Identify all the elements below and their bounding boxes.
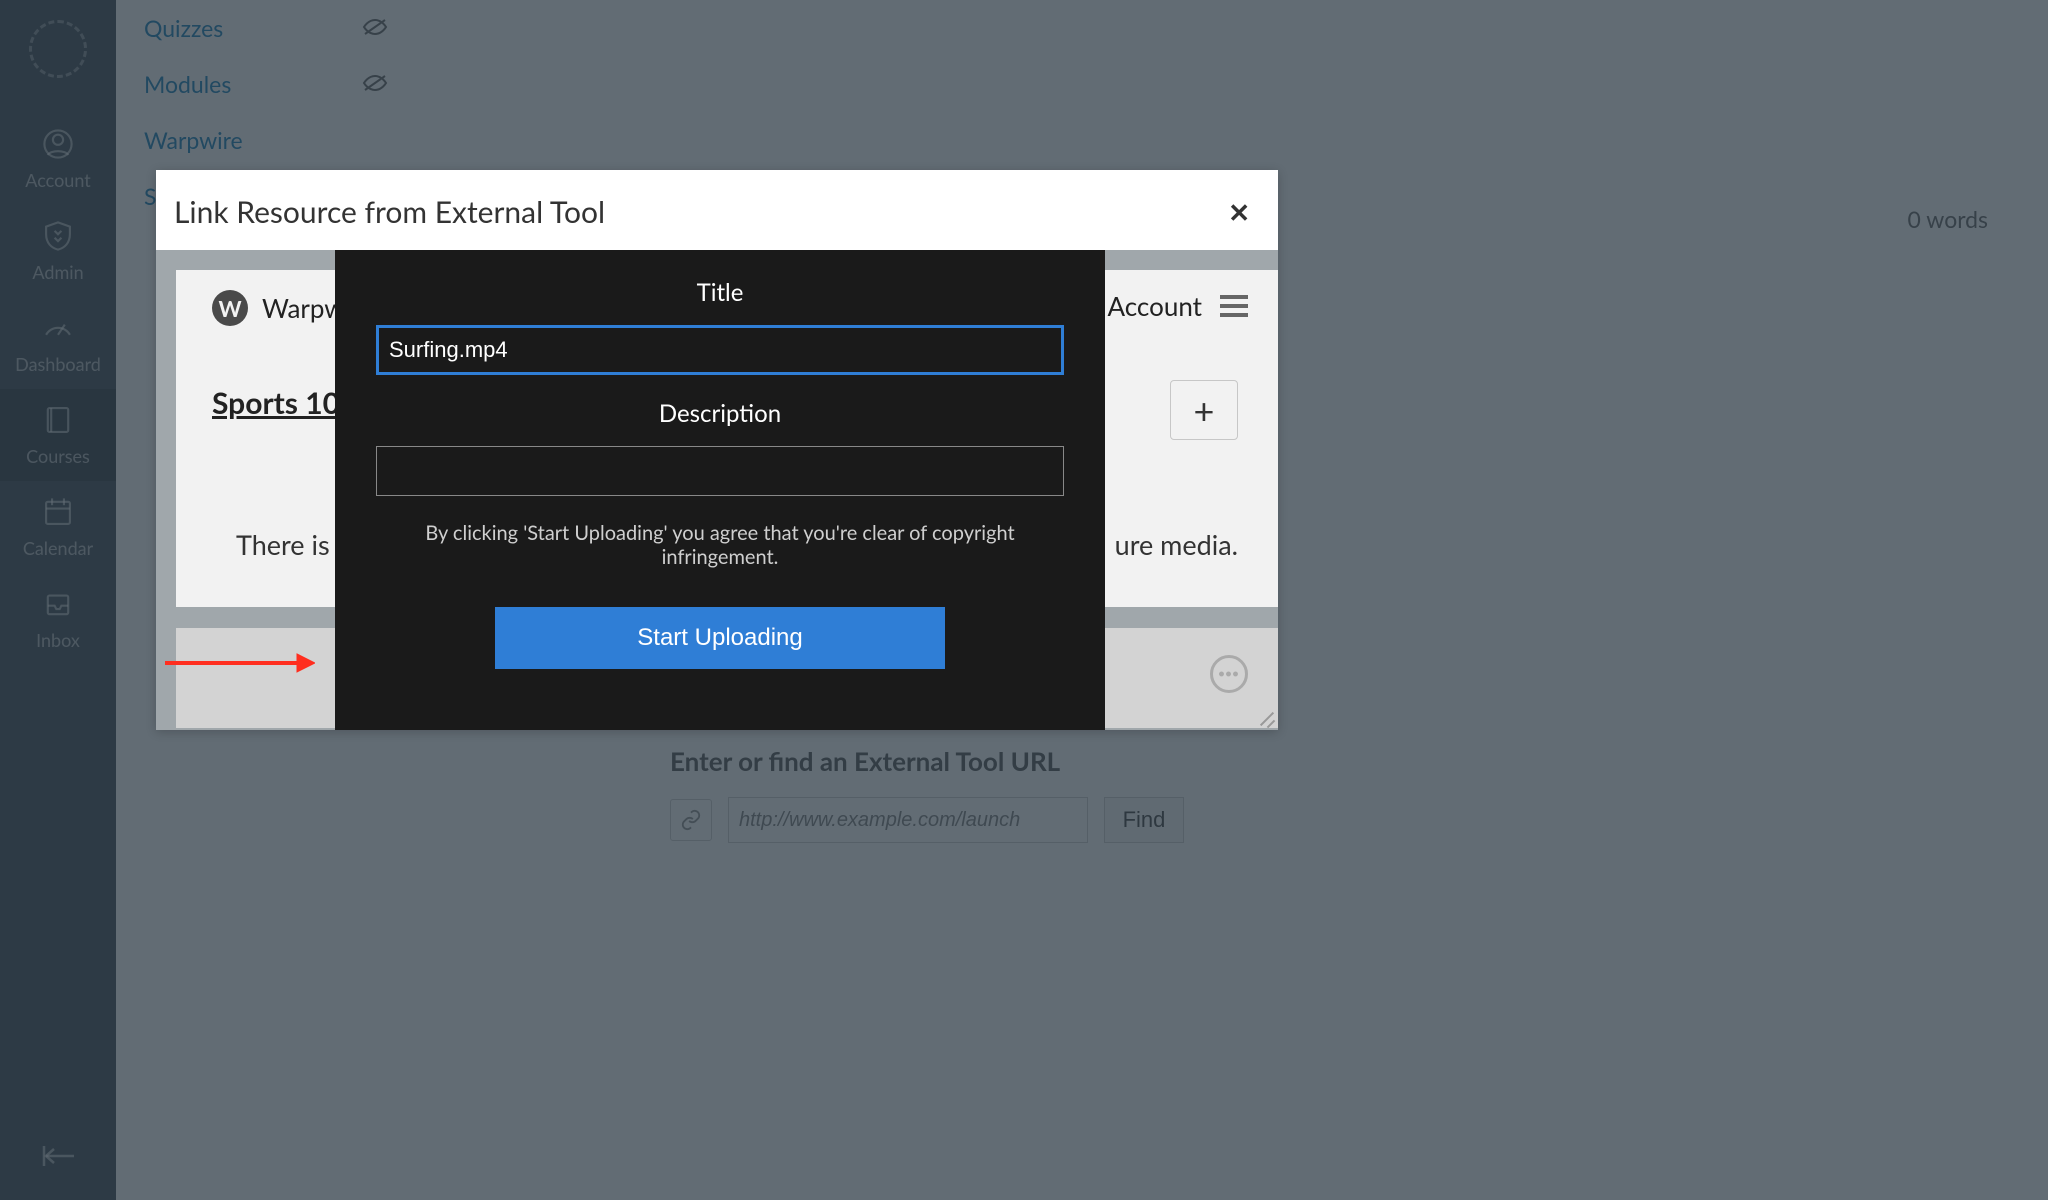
disclaimer-text: By clicking 'Start Uploading' you agree … [375, 521, 1065, 569]
more-icon[interactable]: ●●● [1210, 655, 1248, 693]
resize-grip-icon[interactable] [1256, 708, 1274, 726]
warpwire-badge-icon: W [212, 290, 248, 326]
hamburger-icon[interactable] [1220, 295, 1248, 317]
description-input[interactable] [376, 446, 1064, 496]
plus-icon: + [1194, 388, 1215, 432]
dialog-header: Link Resource from External Tool ✕ [156, 170, 1278, 250]
close-icon[interactable]: ✕ [1228, 196, 1250, 229]
empty-state-message-right: ure media. [1115, 528, 1238, 561]
start-uploading-button[interactable]: Start Uploading [495, 607, 945, 669]
account-label[interactable]: Account [1108, 290, 1203, 322]
title-input[interactable] [376, 325, 1064, 375]
add-button[interactable]: + [1170, 380, 1238, 440]
tool-brand: W Warpw [212, 290, 345, 326]
dialog-title: Link Resource from External Tool [174, 194, 605, 230]
upload-panel: Title Description By clicking 'Start Upl… [335, 250, 1105, 730]
tool-account-row: Account [1108, 290, 1249, 322]
tool-name: Warpw [262, 292, 345, 324]
dialog-body: W Warpw Account Sports 102 + There is no… [156, 250, 1278, 730]
title-label: Title [375, 278, 1065, 307]
description-label: Description [375, 399, 1065, 428]
link-resource-dialog: Link Resource from External Tool ✕ W War… [156, 170, 1278, 730]
